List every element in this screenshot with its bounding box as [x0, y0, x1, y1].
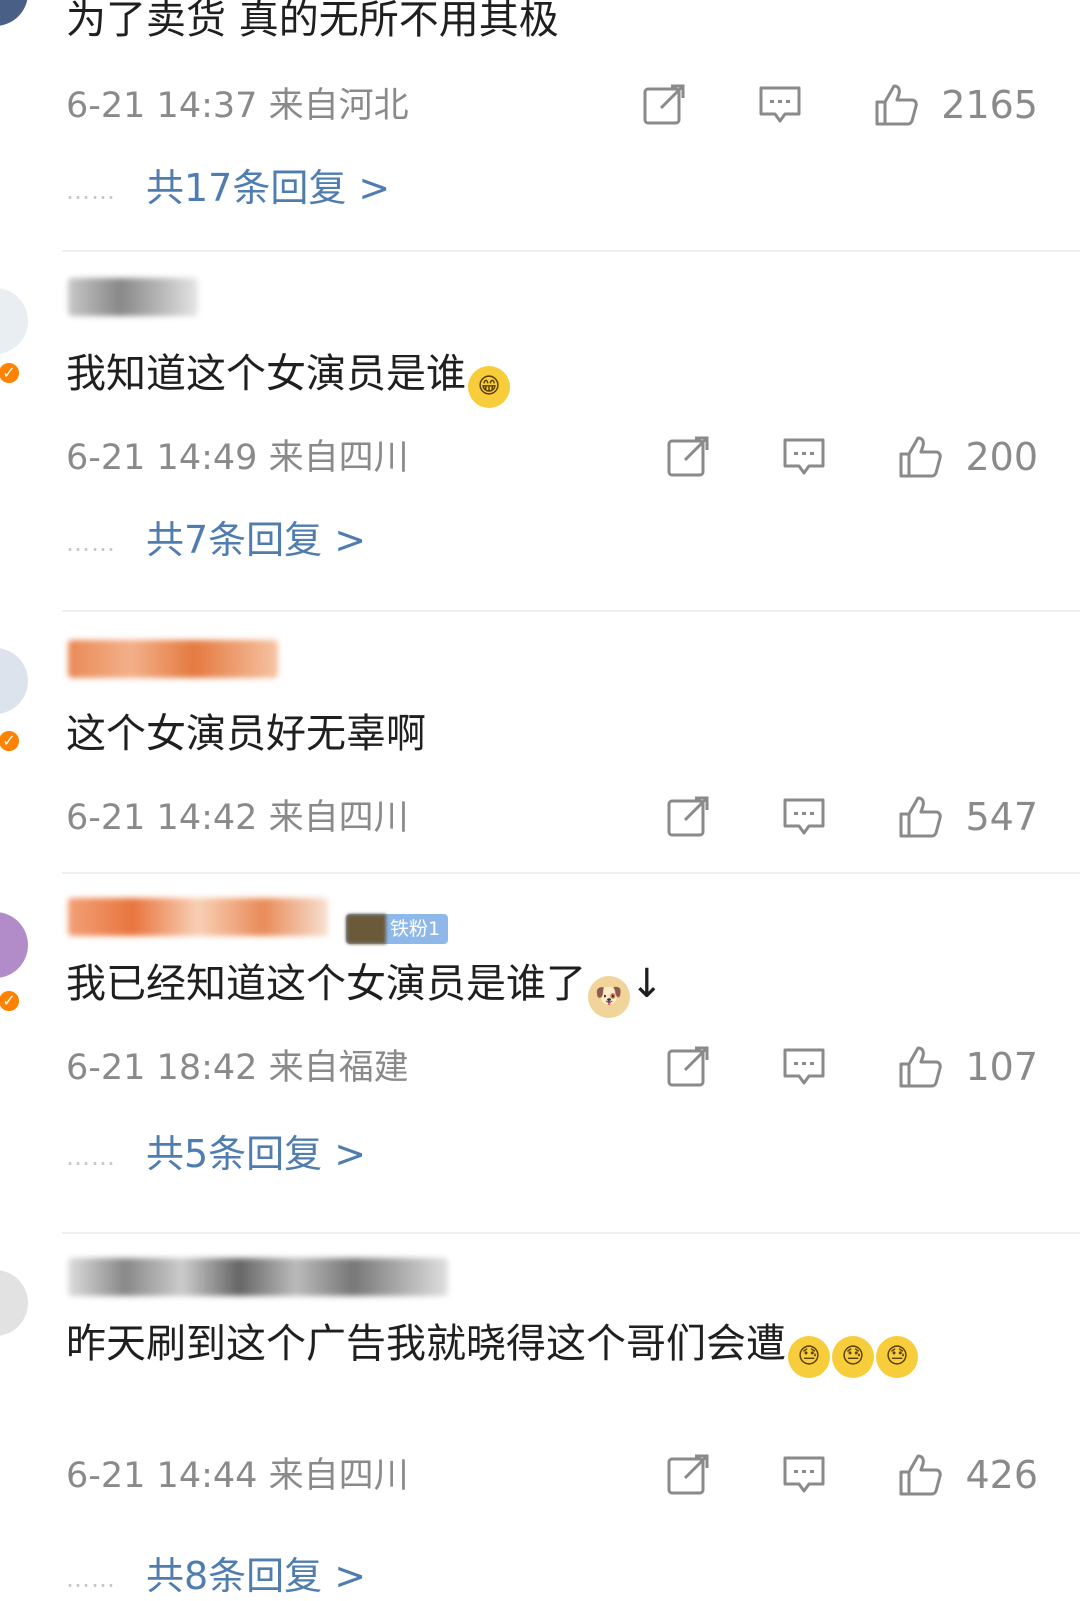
comment-actions: 547 — [665, 794, 1038, 840]
comment-meta: 6-21 18:42 来自福建 — [66, 1048, 409, 1088]
share-icon[interactable] — [665, 1044, 711, 1090]
divider — [62, 872, 1080, 874]
comment-location: 来自福建 — [268, 1048, 409, 1088]
sweat-emoji-icon: 😓 — [832, 1336, 874, 1378]
comment-location: 来自四川 — [268, 438, 409, 478]
replies-link-label: 共8条回复 > — [146, 1554, 367, 1598]
divider — [62, 250, 1080, 252]
like-count: 547 — [965, 795, 1038, 839]
comment-date: 6-21 14:44 — [66, 1456, 258, 1496]
like-icon[interactable] — [897, 1044, 943, 1090]
sweat-emoji-icon: 😓 — [788, 1336, 830, 1378]
comment-icon[interactable] — [781, 1452, 827, 1498]
comment-actions: 200 — [665, 434, 1038, 480]
comment-text-suffix: ↓ — [630, 961, 664, 1007]
comment-meta: 6-21 14:42 来自四川 — [66, 798, 409, 838]
comment-date: 6-21 14:37 — [66, 86, 258, 126]
fan-badge-label: 铁粉1 — [390, 918, 441, 940]
reply-dots: …… — [66, 528, 116, 557]
comment-location: 来自四川 — [268, 798, 409, 838]
avatar[interactable] — [0, 912, 28, 978]
comment-text-label: 昨天刷到这个广告我就晓得这个哥们会遭 — [66, 1321, 786, 1367]
replies-link[interactable]: …… 共5条回复 > — [66, 1132, 366, 1179]
comment-meta: 6-21 14:37 来自河北 — [66, 86, 409, 126]
comment-icon[interactable] — [781, 1044, 827, 1090]
comment-actions: 107 — [665, 1044, 1038, 1090]
sweat-emoji-icon: 😓 — [876, 1336, 918, 1378]
username-blurred — [68, 898, 328, 936]
comment-text: 这个女演员好无辜啊 — [66, 711, 426, 757]
verified-badge-icon: ✓ — [0, 988, 22, 1014]
comment-text-label: 我已经知道这个女演员是谁了 — [66, 961, 586, 1007]
like-icon[interactable] — [897, 794, 943, 840]
comment-text: 我知道这个女演员是谁 😁 — [66, 348, 510, 408]
like-count: 107 — [965, 1045, 1038, 1089]
username-blurred — [68, 1258, 448, 1296]
share-icon[interactable] — [665, 434, 711, 480]
like-icon[interactable] — [873, 82, 919, 128]
comment-text: 为了卖货 真的无所不用其极 — [66, 0, 559, 43]
reply-dots: …… — [66, 1564, 116, 1593]
fan-level-badge: 铁粉1 — [346, 914, 449, 944]
divider — [62, 610, 1080, 612]
fan-badge-image — [346, 914, 386, 944]
share-icon[interactable] — [665, 794, 711, 840]
like-count: 200 — [965, 435, 1038, 479]
comment-icon[interactable] — [757, 82, 803, 128]
username-blurred — [68, 278, 198, 316]
verified-badge-icon: ✓ — [0, 360, 22, 386]
avatar[interactable] — [0, 288, 28, 354]
comment-text: 我已经知道这个女演员是谁了 🐶 ↓ — [66, 958, 664, 1018]
replies-link[interactable]: …… 共17条回复 > — [66, 166, 390, 213]
reply-dots: …… — [66, 1142, 116, 1171]
divider — [62, 1232, 1080, 1234]
replies-link-label: 共17条回复 > — [146, 166, 391, 210]
replies-link-label: 共7条回复 > — [146, 518, 367, 562]
replies-link-label: 共5条回复 > — [146, 1132, 367, 1176]
comment-meta: 6-21 14:49 来自四川 — [66, 438, 409, 478]
comment-actions: 2165 — [641, 82, 1038, 128]
grin-emoji-icon: 😁 — [468, 366, 510, 408]
share-icon[interactable] — [665, 1452, 711, 1498]
reply-dots: …… — [66, 176, 116, 205]
comment-date: 6-21 14:49 — [66, 438, 258, 478]
comment-location: 来自四川 — [268, 1456, 409, 1496]
comment-date: 6-21 14:42 — [66, 798, 258, 838]
like-icon[interactable] — [897, 1452, 943, 1498]
comment-icon[interactable] — [781, 794, 827, 840]
comment-icon[interactable] — [781, 434, 827, 480]
doge-emoji-icon: 🐶 — [588, 976, 630, 1018]
avatar[interactable] — [0, 1270, 28, 1336]
username-blurred — [68, 640, 278, 678]
comment-meta: 6-21 14:44 来自四川 — [66, 1456, 409, 1496]
avatar[interactable] — [0, 648, 28, 714]
verified-badge-icon: ✓ — [0, 728, 22, 754]
like-count: 2165 — [941, 83, 1038, 127]
comment-actions: 426 — [665, 1452, 1038, 1498]
share-icon[interactable] — [641, 82, 687, 128]
avatar[interactable] — [0, 0, 28, 26]
like-count: 426 — [965, 1453, 1038, 1497]
like-icon[interactable] — [897, 434, 943, 480]
replies-link[interactable]: …… 共7条回复 > — [66, 518, 366, 565]
comment-text: 昨天刷到这个广告我就晓得这个哥们会遭 😓 😓 😓 — [66, 1318, 996, 1378]
comment-date: 6-21 18:42 — [66, 1048, 258, 1088]
comment-text-label: 我知道这个女演员是谁 — [66, 351, 466, 397]
comment-location: 来自河北 — [268, 86, 409, 126]
comment-text-wrap: 昨天刷到这个广告我就晓得这个哥们会遭 😓 😓 😓 — [66, 1318, 996, 1378]
